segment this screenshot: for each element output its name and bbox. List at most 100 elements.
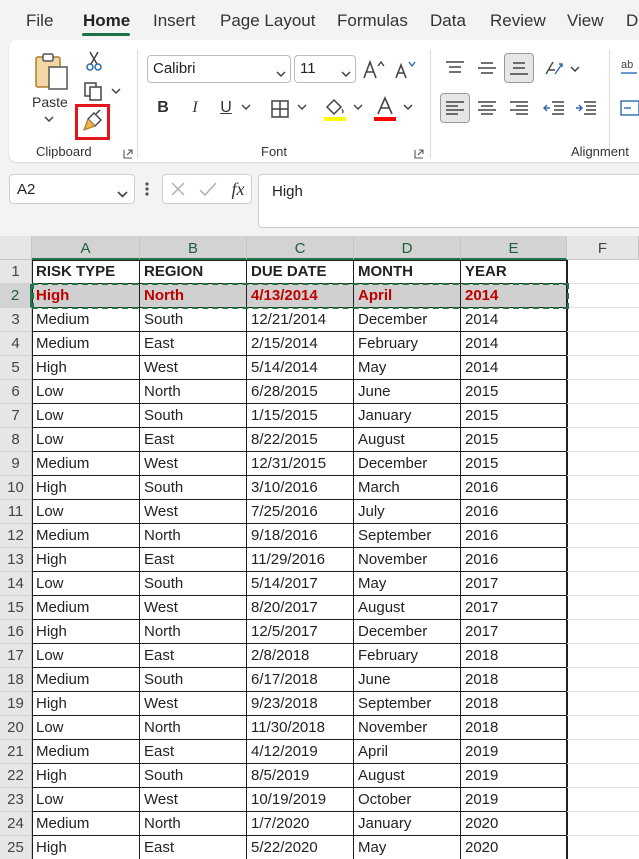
font-color-icon[interactable] bbox=[372, 95, 398, 123]
table-cell[interactable]: West bbox=[140, 596, 247, 620]
table-cell[interactable]: East bbox=[140, 644, 247, 668]
table-cell[interactable]: 8/5/2019 bbox=[247, 764, 354, 788]
table-cell[interactable]: Low bbox=[32, 404, 140, 428]
row-header[interactable]: 18 bbox=[0, 668, 32, 692]
table-cell[interactable]: December bbox=[354, 620, 461, 644]
table-cell[interactable]: 2020 bbox=[461, 812, 567, 836]
table-cell[interactable]: North bbox=[140, 812, 247, 836]
table-cell[interactable]: 12/5/2017 bbox=[247, 620, 354, 644]
name-box-chevron-down-icon[interactable] bbox=[117, 185, 128, 202]
row-header[interactable]: 21 bbox=[0, 740, 32, 764]
table-cell[interactable]: West bbox=[140, 692, 247, 716]
table-cell[interactable]: East bbox=[140, 428, 247, 452]
table-cell[interactable]: 7/25/2016 bbox=[247, 500, 354, 524]
table-cell[interactable]: High bbox=[32, 764, 140, 788]
row-header[interactable]: 10 bbox=[0, 476, 32, 500]
table-cell[interactable]: December bbox=[354, 308, 461, 332]
table-cell[interactable]: April bbox=[354, 284, 461, 308]
tab-home[interactable]: Home bbox=[83, 11, 130, 31]
table-cell[interactable]: Low bbox=[32, 572, 140, 596]
decrease-font-size-icon[interactable] bbox=[394, 57, 418, 81]
table-cell[interactable]: South bbox=[140, 308, 247, 332]
table-cell[interactable]: High bbox=[32, 836, 140, 859]
bottom-align-icon[interactable] bbox=[504, 53, 534, 83]
table-cell[interactable]: 2014 bbox=[461, 332, 567, 356]
table-cell[interactable]: 2018 bbox=[461, 716, 567, 740]
table-cell[interactable]: 11/29/2016 bbox=[247, 548, 354, 572]
table-cell[interactable]: High bbox=[32, 692, 140, 716]
row-header[interactable]: 23 bbox=[0, 788, 32, 812]
paste-button-label[interactable]: Paste bbox=[32, 94, 68, 110]
table-cell[interactable]: 2015 bbox=[461, 380, 567, 404]
table-cell[interactable]: October bbox=[354, 788, 461, 812]
table-cell[interactable]: Medium bbox=[32, 740, 140, 764]
table-cell[interactable]: Medium bbox=[32, 452, 140, 476]
table-cell[interactable]: 2020 bbox=[461, 836, 567, 859]
table-cell[interactable]: March bbox=[354, 476, 461, 500]
table-cell[interactable]: 2018 bbox=[461, 644, 567, 668]
table-cell[interactable]: East bbox=[140, 548, 247, 572]
table-cell[interactable]: South bbox=[140, 764, 247, 788]
table-cell[interactable]: 4/13/2014 bbox=[247, 284, 354, 308]
table-cell[interactable]: February bbox=[354, 332, 461, 356]
table-cell[interactable]: November bbox=[354, 548, 461, 572]
clipboard-dialog-launcher-icon[interactable] bbox=[123, 146, 133, 159]
table-cell[interactable]: 6/28/2015 bbox=[247, 380, 354, 404]
column-header-e[interactable]: E bbox=[461, 236, 567, 260]
row-header[interactable]: 3 bbox=[0, 308, 32, 332]
table-cell[interactable]: North bbox=[140, 380, 247, 404]
table-cell[interactable]: August bbox=[354, 428, 461, 452]
table-cell[interactable]: May bbox=[354, 836, 461, 859]
table-cell[interactable]: South bbox=[140, 404, 247, 428]
font-size-dropdown[interactable]: 11 bbox=[294, 55, 356, 83]
column-f-cells[interactable] bbox=[567, 260, 639, 859]
row-header[interactable]: 12 bbox=[0, 524, 32, 548]
column-header-c[interactable]: C bbox=[247, 236, 354, 260]
table-cell[interactable]: East bbox=[140, 332, 247, 356]
paste-chevron-down-icon[interactable] bbox=[42, 114, 56, 124]
fill-color-icon[interactable] bbox=[322, 95, 348, 123]
table-cell[interactable]: 2016 bbox=[461, 500, 567, 524]
table-cell[interactable]: 8/20/2017 bbox=[247, 596, 354, 620]
fill-color-chevron-down-icon[interactable] bbox=[352, 102, 364, 112]
table-cell[interactable]: North bbox=[140, 620, 247, 644]
table-cell[interactable]: August bbox=[354, 596, 461, 620]
row-header[interactable]: 15 bbox=[0, 596, 32, 620]
column-header-a[interactable]: A bbox=[32, 236, 140, 260]
table-cell[interactable]: August bbox=[354, 764, 461, 788]
table-cell[interactable]: Low bbox=[32, 788, 140, 812]
table-cell[interactable]: 9/23/2018 bbox=[247, 692, 354, 716]
table-cell[interactable]: Low bbox=[32, 644, 140, 668]
table-cell[interactable]: 1/15/2015 bbox=[247, 404, 354, 428]
table-cell[interactable]: 3/10/2016 bbox=[247, 476, 354, 500]
table-cell[interactable]: May bbox=[354, 572, 461, 596]
table-cell[interactable]: 5/14/2014 bbox=[247, 356, 354, 380]
table-cell[interactable]: West bbox=[140, 788, 247, 812]
table-cell[interactable]: April bbox=[354, 740, 461, 764]
table-cell[interactable]: 10/19/2019 bbox=[247, 788, 354, 812]
tab-overflow[interactable]: D bbox=[626, 11, 638, 31]
copy-icon[interactable] bbox=[82, 80, 104, 102]
table-cell[interactable]: 2014 bbox=[461, 356, 567, 380]
cancel-icon[interactable] bbox=[169, 180, 187, 198]
table-cell[interactable]: East bbox=[140, 740, 247, 764]
table-cell[interactable]: 2018 bbox=[461, 668, 567, 692]
table-cell[interactable]: South bbox=[140, 476, 247, 500]
table-cell[interactable]: 2017 bbox=[461, 620, 567, 644]
table-cell[interactable]: East bbox=[140, 836, 247, 859]
borders-chevron-down-icon[interactable] bbox=[296, 102, 308, 112]
table-header-cell[interactable]: REGION bbox=[140, 260, 247, 284]
table-cell[interactable]: West bbox=[140, 500, 247, 524]
underline-button[interactable]: U bbox=[216, 97, 236, 119]
table-cell[interactable]: 2019 bbox=[461, 740, 567, 764]
select-all-corner[interactable] bbox=[0, 236, 32, 260]
table-cell[interactable]: High bbox=[32, 620, 140, 644]
table-cell[interactable]: West bbox=[140, 452, 247, 476]
table-cell[interactable]: North bbox=[140, 716, 247, 740]
table-cell[interactable]: 2017 bbox=[461, 572, 567, 596]
row-header[interactable]: 5 bbox=[0, 356, 32, 380]
table-cell[interactable]: Medium bbox=[32, 308, 140, 332]
table-cell[interactable]: 2014 bbox=[461, 284, 567, 308]
table-cell[interactable]: North bbox=[140, 524, 247, 548]
borders-icon[interactable] bbox=[268, 97, 292, 121]
